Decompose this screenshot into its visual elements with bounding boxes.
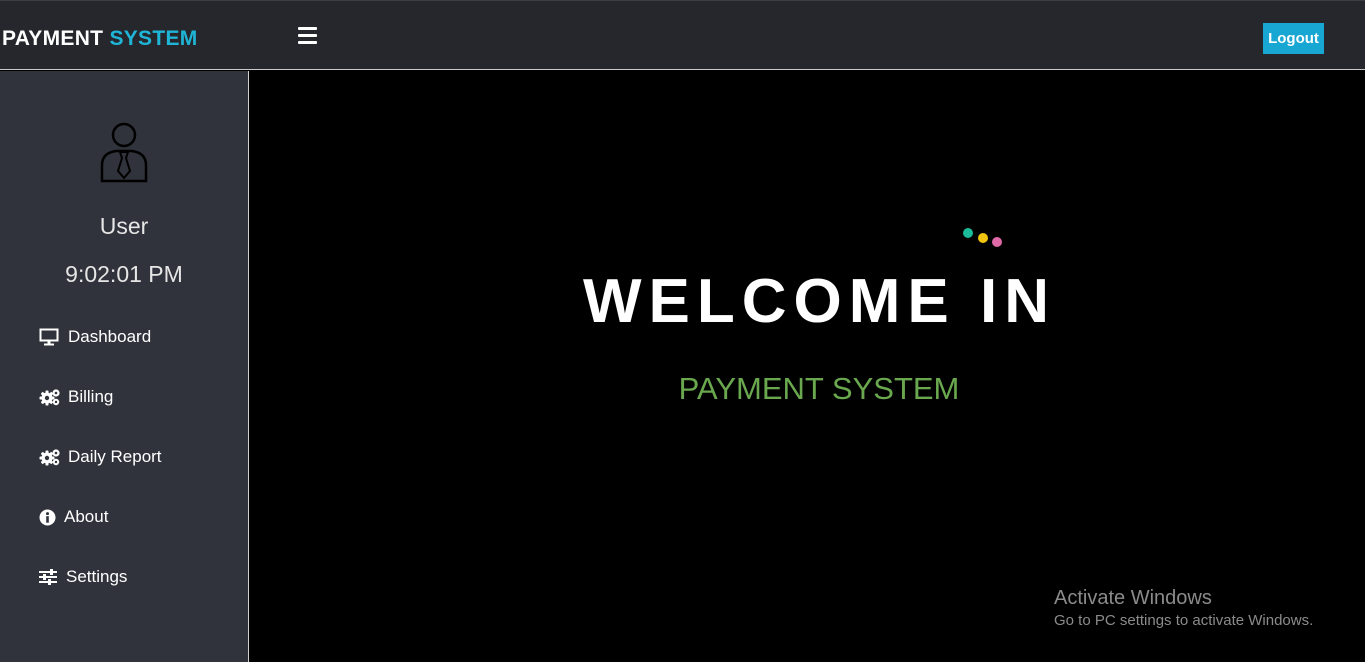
loading-dot — [978, 233, 988, 243]
loading-dot — [963, 228, 973, 238]
sidebar-item-label: Billing — [68, 387, 114, 406]
sidebar-item-dashboard[interactable]: Dashboard — [39, 325, 151, 349]
activate-windows-subtitle: Go to PC settings to activate Windows. — [1054, 612, 1314, 629]
top-navbar: PAYMENT SYSTEM Logout — [0, 0, 1365, 70]
sidebar-item-label: Dashboard — [68, 327, 152, 346]
sidebar-item-label: About — [64, 507, 109, 526]
desktop-icon — [39, 328, 61, 346]
system-subtitle: PAYMENT SYSTEM — [678, 371, 960, 406]
gears-icon — [39, 448, 61, 466]
sidebar-item-label: Settings — [66, 567, 128, 586]
sidebar-item-billing[interactable]: Billing — [39, 385, 113, 409]
sidebar: User 9:02:01 PM Dashboard Billing Daily … — [0, 71, 249, 662]
info-circle-icon — [39, 508, 57, 526]
user-tie-icon — [100, 122, 148, 183]
sidebar-item-label: Daily Report — [68, 447, 162, 466]
sliders-icon — [39, 568, 59, 586]
current-time: 9:02:01 PM — [65, 261, 183, 287]
sidebar-item-daily-report[interactable]: Daily Report — [39, 445, 162, 469]
welcome-heading: WELCOME IN — [583, 267, 1056, 336]
brand-logo[interactable]: PAYMENT SYSTEM — [2, 27, 198, 51]
sidebar-item-settings[interactable]: Settings — [39, 565, 127, 589]
menu-toggle-icon[interactable] — [298, 27, 317, 45]
main-content: WELCOME IN PAYMENT SYSTEM Activate Windo… — [249, 71, 1365, 662]
gears-icon — [39, 388, 61, 406]
loading-dot — [992, 237, 1002, 247]
user-name: User — [99, 213, 149, 239]
activate-windows-title: Activate Windows — [1054, 587, 1212, 609]
brand-text-primary: PAYMENT — [2, 27, 104, 50]
logout-button[interactable]: Logout — [1263, 23, 1324, 54]
sidebar-item-about[interactable]: About — [39, 505, 108, 529]
brand-text-accent: SYSTEM — [109, 27, 198, 50]
